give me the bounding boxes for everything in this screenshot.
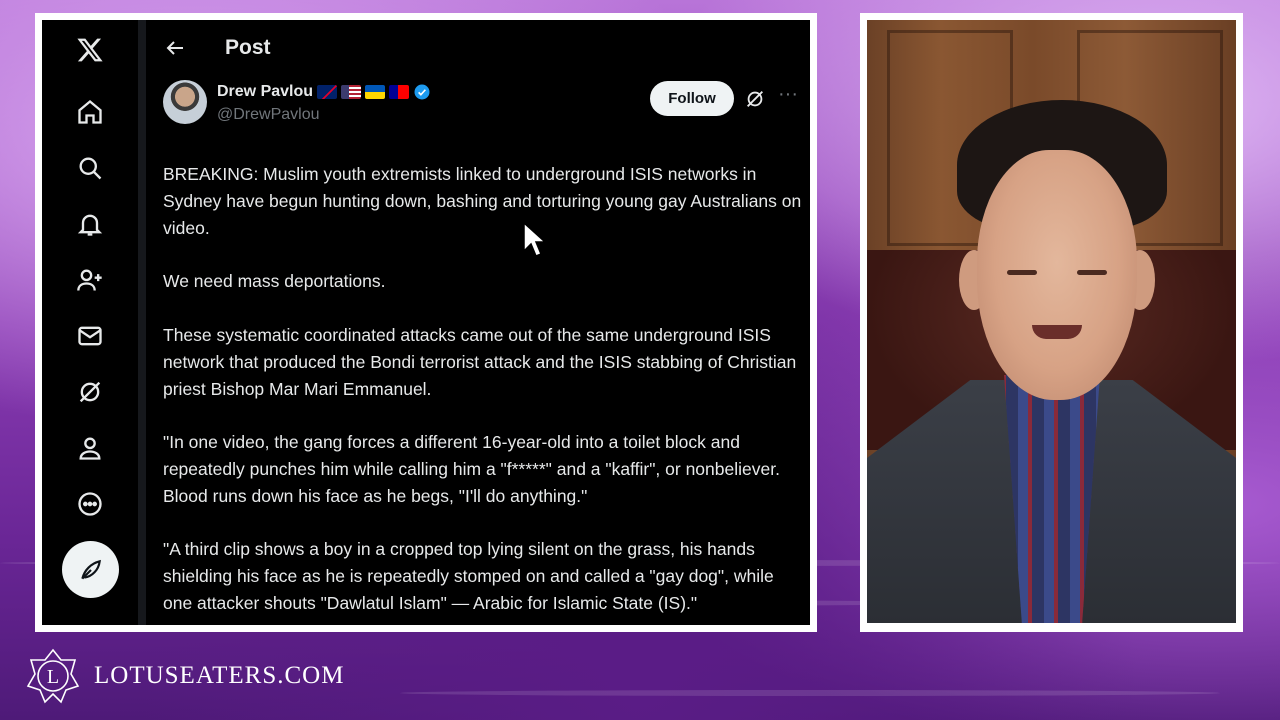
post-paragraph: These systematic coordinated attacks cam…	[163, 325, 797, 399]
verified-badge-icon	[414, 84, 430, 100]
presenter-face	[977, 150, 1137, 400]
author-handle[interactable]: @DrewPavlou	[217, 106, 320, 124]
logo-letter: L	[47, 666, 59, 688]
author-name-row[interactable]: Drew Pavlou	[217, 83, 431, 101]
profile-icon[interactable]	[66, 424, 114, 472]
post-paragraph: "A third clip shows a boy in a cropped t…	[163, 539, 774, 613]
taiwan-flag-icon	[389, 85, 410, 99]
mail-icon[interactable]	[66, 312, 114, 360]
site-name: LOTUSEATERS.COM	[94, 662, 345, 689]
home-icon[interactable]	[66, 88, 114, 136]
avatar[interactable]	[163, 80, 207, 124]
post-paragraph: We need mass deportations.	[163, 271, 386, 291]
grok-icon[interactable]	[744, 88, 766, 110]
mouth	[1032, 325, 1082, 339]
webcam-video	[867, 20, 1236, 623]
x-logo-icon[interactable]	[66, 26, 114, 74]
sidebar-nav	[42, 20, 139, 625]
more-icon[interactable]	[66, 480, 114, 528]
scrollbar[interactable]	[138, 20, 146, 625]
post-content: Post Drew Pavlou @DrewPavlou Follow ··· …	[163, 20, 803, 625]
compose-icon	[80, 559, 101, 579]
back-arrow-icon[interactable]	[163, 36, 187, 60]
compose-button[interactable]	[62, 541, 119, 598]
page-title: Post	[225, 36, 271, 59]
follow-button[interactable]: Follow	[650, 81, 734, 116]
usa-flag-icon	[341, 85, 362, 99]
people-icon[interactable]	[66, 256, 114, 304]
background-wave	[400, 690, 1220, 696]
bell-icon[interactable]	[66, 200, 114, 248]
australia-flag-icon	[317, 85, 338, 99]
author-name[interactable]: Drew Pavlou	[217, 83, 313, 101]
ukraine-flag-icon	[365, 85, 386, 99]
lotus-logo-icon: L	[26, 648, 80, 704]
eye	[1007, 270, 1037, 275]
post-paragraph: "In one video, the gang forces a differe…	[163, 432, 780, 506]
eye	[1077, 270, 1107, 275]
post-paragraph: BREAKING: Muslim youth extremists linked…	[163, 164, 802, 238]
mouse-cursor-icon	[523, 222, 545, 257]
x-post-window: Post Drew Pavlou @DrewPavlou Follow ··· …	[42, 20, 810, 625]
brand-logo: L LOTUSEATERS.COM	[26, 648, 344, 704]
search-icon[interactable]	[66, 144, 114, 192]
more-options-icon[interactable]: ···	[775, 84, 801, 110]
grok-icon[interactable]	[66, 368, 114, 416]
